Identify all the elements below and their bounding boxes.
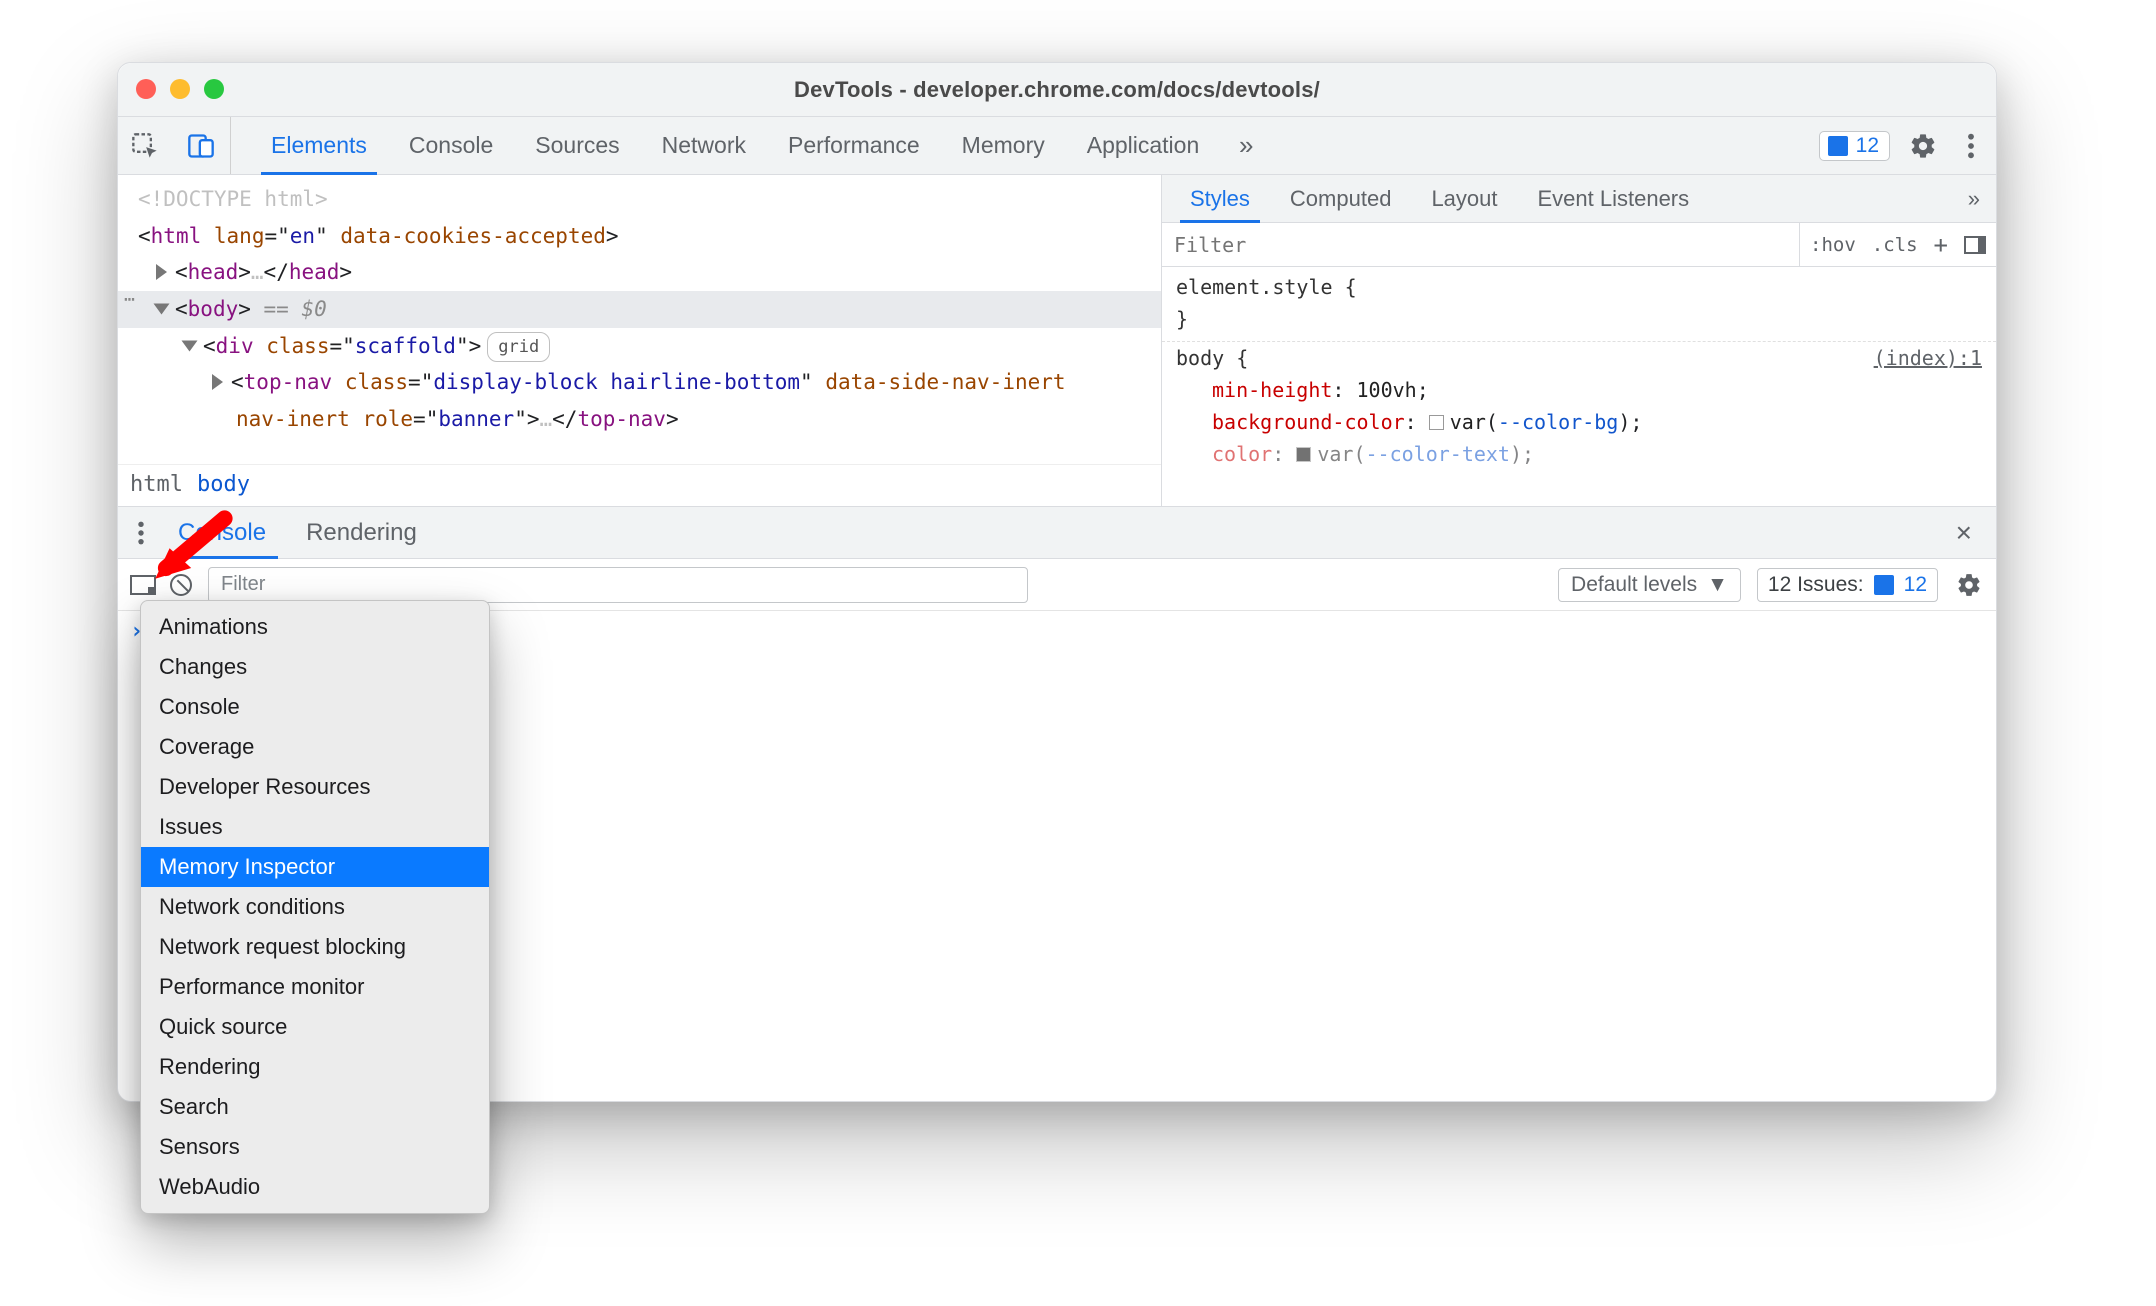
dom-line: <top-nav class="display-block hairline-b…	[118, 364, 1161, 401]
menu-item-coverage[interactable]: Coverage	[141, 727, 489, 767]
menu-item-memory-inspector[interactable]: Memory Inspector	[141, 847, 489, 887]
log-levels-dropdown[interactable]: Default levels ▼	[1558, 568, 1741, 602]
chevron-down-icon: ▼	[1707, 573, 1728, 597]
traffic-lights	[136, 79, 224, 99]
titlebar: DevTools - developer.chrome.com/docs/dev…	[118, 63, 1996, 117]
style-rule[interactable]: element.style { }	[1162, 271, 1996, 342]
menu-item-webaudio[interactable]: WebAudio	[141, 1167, 489, 1207]
menu-item-rendering[interactable]: Rendering	[141, 1047, 489, 1087]
issues-count: 12	[1856, 134, 1879, 158]
device-toolbar-icon[interactable]	[184, 129, 218, 163]
annotation-arrow-icon	[148, 505, 238, 601]
tab-console[interactable]: Console	[389, 117, 513, 174]
menu-item-console[interactable]: Console	[141, 687, 489, 727]
menu-item-network-conditions[interactable]: Network conditions	[141, 887, 489, 927]
style-rule[interactable]: (index):1 body { min-height: 100vh; back…	[1162, 342, 1996, 476]
zoom-window-button[interactable]	[204, 79, 224, 99]
tab-network[interactable]: Network	[642, 117, 766, 174]
menu-item-developer-resources[interactable]: Developer Resources	[141, 767, 489, 807]
dom-line: <div class="scaffold">grid	[118, 328, 1161, 365]
collapse-triangle-icon[interactable]	[154, 303, 170, 314]
styles-tab-layout[interactable]: Layout	[1411, 175, 1517, 222]
computed-sidebar-icon[interactable]	[1964, 236, 1986, 254]
dom-line: <head>…</head>	[118, 254, 1161, 291]
dom-line: <!DOCTYPE html>	[118, 181, 1161, 218]
menu-item-changes[interactable]: Changes	[141, 647, 489, 687]
issues-pill[interactable]: 12	[1819, 131, 1890, 161]
message-icon	[1828, 136, 1848, 156]
close-window-button[interactable]	[136, 79, 156, 99]
tab-sources[interactable]: Sources	[515, 117, 639, 174]
grid-badge[interactable]: grid	[487, 332, 550, 362]
styles-tab-styles[interactable]: Styles	[1170, 175, 1270, 222]
more-tools-menu: Animations Changes Console Coverage Deve…	[140, 600, 490, 1214]
console-settings-icon[interactable]	[1954, 570, 1984, 600]
window-title: DevTools - developer.chrome.com/docs/dev…	[794, 77, 1320, 103]
inspect-element-icon[interactable]	[128, 129, 162, 163]
minimize-window-button[interactable]	[170, 79, 190, 99]
styles-tab-eventlisteners[interactable]: Event Listeners	[1518, 175, 1710, 222]
menu-item-sensors[interactable]: Sensors	[141, 1127, 489, 1167]
collapse-triangle-icon[interactable]	[182, 340, 198, 351]
menu-item-performance-monitor[interactable]: Performance monitor	[141, 967, 489, 1007]
color-swatch-icon[interactable]	[1429, 415, 1444, 430]
styles-panel: Styles Computed Layout Event Listeners »…	[1162, 175, 1996, 506]
menu-item-network-request-blocking[interactable]: Network request blocking	[141, 927, 489, 967]
tab-elements[interactable]: Elements	[251, 117, 387, 174]
styles-tabs-overflow-icon[interactable]: »	[1960, 186, 1988, 212]
main-toolbar: Elements Console Sources Network Perform…	[118, 117, 1996, 175]
color-swatch-icon[interactable]	[1296, 447, 1311, 462]
expand-triangle-icon[interactable]	[156, 264, 167, 280]
styles-filter-input[interactable]	[1162, 223, 1799, 266]
tabs-overflow-icon[interactable]: »	[1231, 131, 1261, 161]
dom-breadcrumbs: html body	[118, 464, 1161, 506]
doctype-text: <!DOCTYPE html>	[138, 187, 328, 211]
tab-application[interactable]: Application	[1067, 117, 1220, 174]
message-icon	[1874, 575, 1894, 595]
dom-line: <html lang="en" data-cookies-accepted>	[118, 218, 1161, 255]
tab-performance[interactable]: Performance	[768, 117, 940, 174]
dom-tree-panel[interactable]: <!DOCTYPE html> <html lang="en" data-coo…	[118, 175, 1162, 506]
console-filter-input[interactable]: Filter	[208, 567, 1028, 603]
issues-button[interactable]: 12 Issues: 12	[1757, 568, 1938, 602]
gutter-ellipsis: ⋯	[118, 285, 135, 315]
menu-item-search[interactable]: Search	[141, 1087, 489, 1127]
menu-item-animations[interactable]: Animations	[141, 607, 489, 647]
dom-line-selected: <body> == $0	[118, 291, 1161, 328]
breadcrumb-item[interactable]: body	[197, 467, 250, 503]
cls-toggle[interactable]: .cls	[1872, 234, 1918, 256]
settings-icon[interactable]	[1908, 131, 1938, 161]
drawer-close-icon[interactable]: ×	[1938, 517, 1990, 549]
menu-item-quick-source[interactable]: Quick source	[141, 1007, 489, 1047]
panel-tabs: Elements Console Sources Network Perform…	[251, 117, 1261, 174]
more-options-icon[interactable]	[1956, 131, 1986, 161]
hov-toggle[interactable]: :hov	[1810, 234, 1856, 256]
new-style-rule-icon[interactable]: +	[1934, 231, 1948, 259]
breadcrumb-item[interactable]: html	[130, 467, 183, 503]
styles-tab-computed[interactable]: Computed	[1270, 175, 1412, 222]
expand-triangle-icon[interactable]	[212, 374, 223, 390]
drawer-tab-rendering[interactable]: Rendering	[286, 507, 437, 558]
tab-memory[interactable]: Memory	[942, 117, 1065, 174]
dom-line: nav-inert role="banner">…</top-nav>	[118, 401, 1161, 438]
rule-source-link[interactable]: (index):1	[1874, 342, 1982, 374]
menu-item-issues[interactable]: Issues	[141, 807, 489, 847]
